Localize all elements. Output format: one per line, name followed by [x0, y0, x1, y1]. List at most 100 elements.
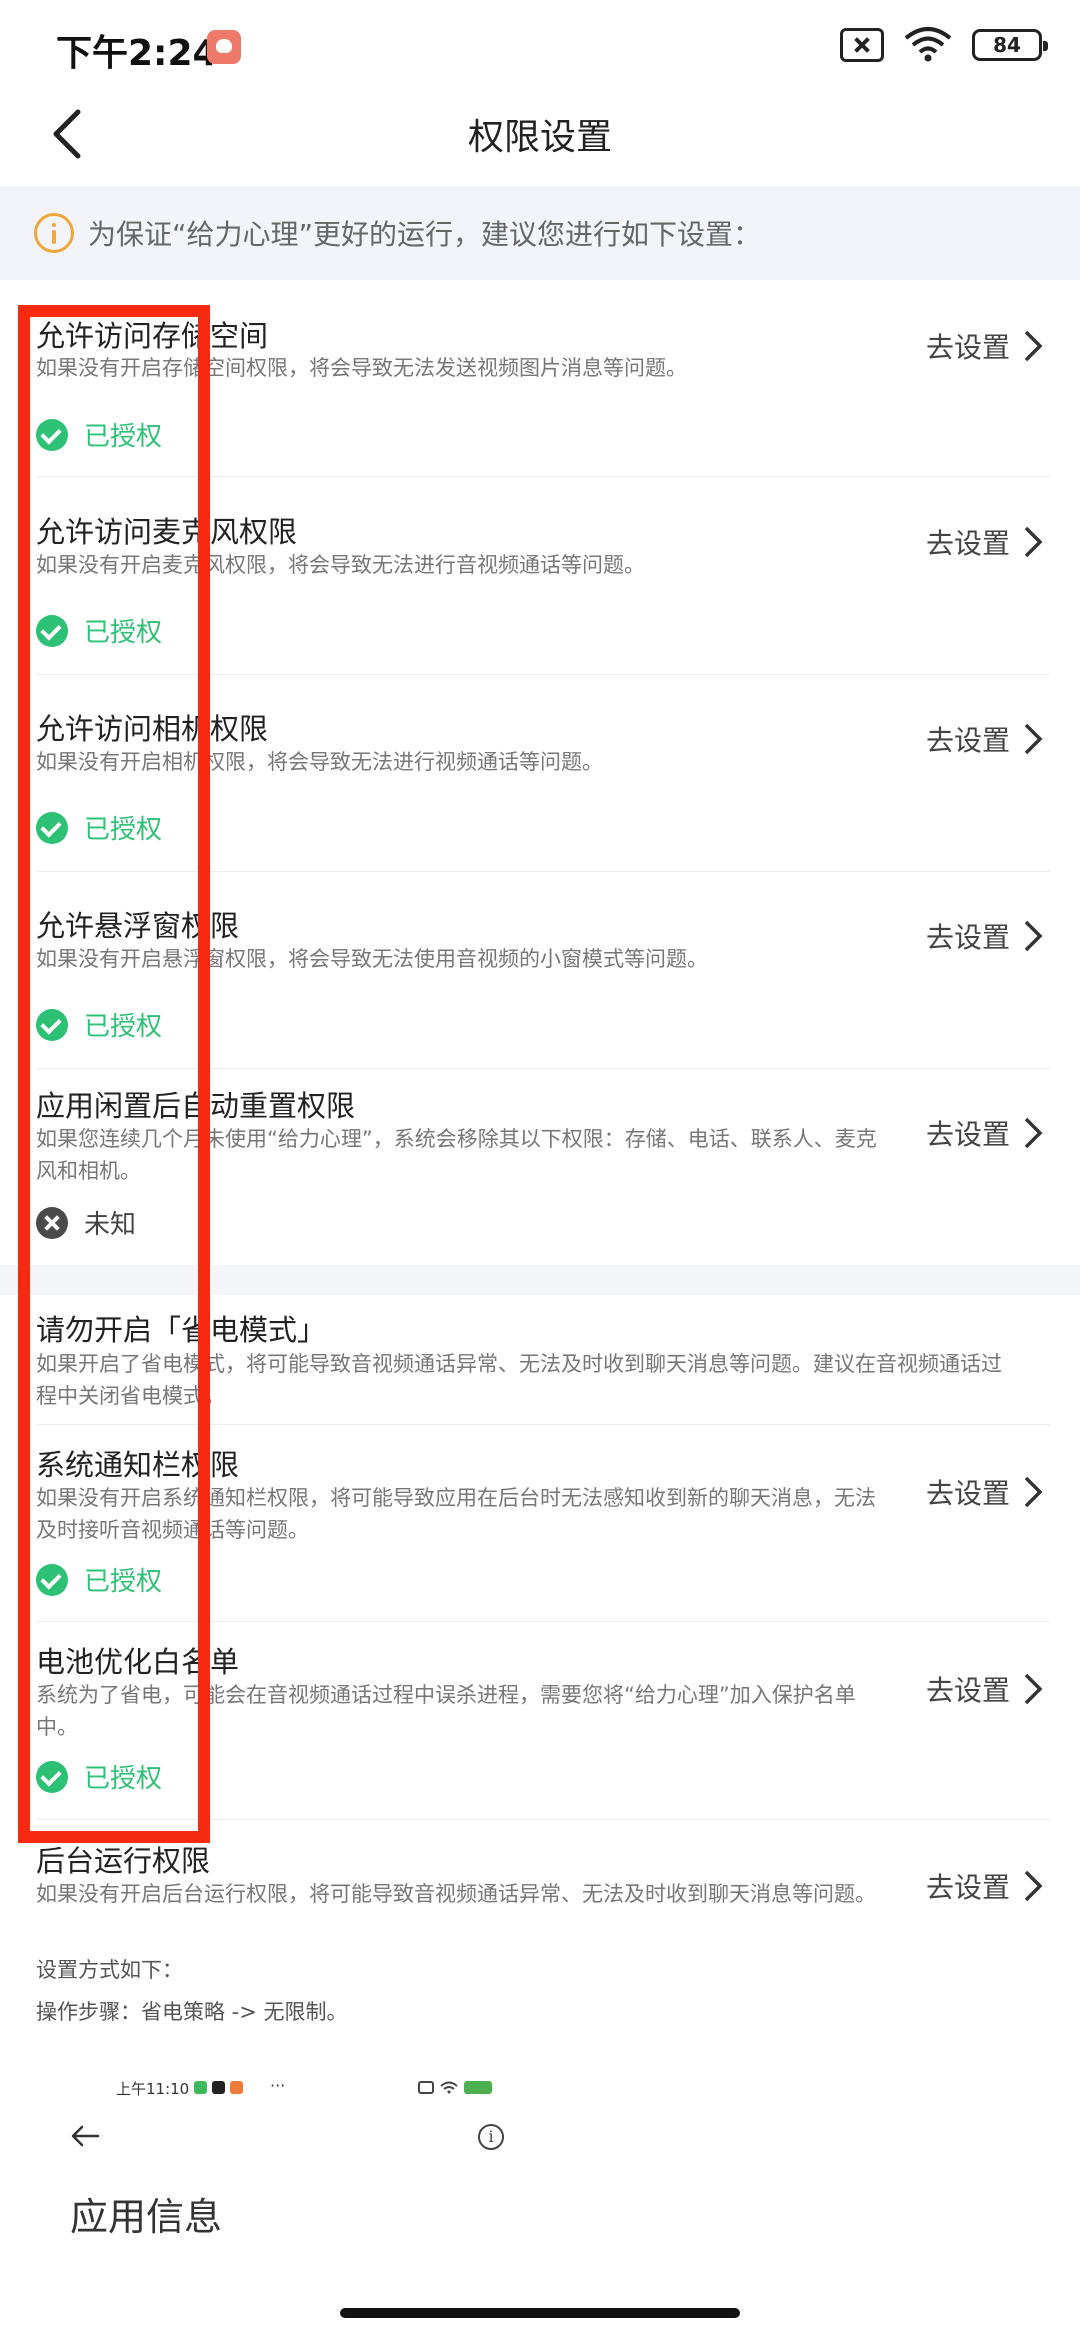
go-settings-button[interactable]: 去设置: [926, 719, 1044, 759]
chevron-right-icon: [1024, 526, 1043, 558]
permission-item-floating-window: 允许悬浮窗权限 如果没有开启悬浮窗权限，将会导致无法使用音视频的小窗模式等问题。…: [0, 872, 1080, 1069]
check-circle-icon: [36, 1008, 68, 1041]
check-circle-icon: [36, 418, 68, 451]
go-settings-label: 去设置: [925, 1477, 1010, 1510]
go-settings-label: 去设置: [925, 1118, 1010, 1151]
status-badge: 已授权: [36, 809, 162, 846]
go-settings-button[interactable]: 去设置: [926, 1472, 1044, 1512]
guide-preview-status-bar: 上午11:10 ···: [116, 2076, 536, 2104]
status-badge: 未知: [36, 1204, 136, 1241]
check-circle-icon: [36, 811, 68, 844]
guide-preview-info-icon: i: [478, 2124, 504, 2150]
item-title: 允许访问麦克风权限: [36, 515, 298, 549]
status-badge: 已授权: [36, 416, 162, 453]
wifi-icon: [440, 2081, 458, 2094]
guide-preview-title: 应用信息: [70, 2195, 223, 2239]
go-settings-button[interactable]: 去设置: [926, 1669, 1044, 1709]
guide-preview-status-icons: [418, 2081, 492, 2094]
item-desc: 如果没有开启系统通知栏权限，将可能导致应用在后台时无法感知收到新的聊天消息，无法…: [36, 1486, 876, 1542]
chevron-right-icon: [1024, 1117, 1043, 1149]
item-title: 允许悬浮窗权限: [36, 909, 240, 943]
chevron-right-icon: [1024, 1476, 1043, 1508]
check-circle-icon: [36, 614, 68, 647]
permission-item-background-run: 后台运行权限 如果没有开启后台运行权限，将可能导致音视频通话异常、无法及时收到聊…: [0, 1820, 1080, 2040]
no-sim-icon: [418, 2081, 434, 2094]
notice-banner: 为保证“给力心理”更好的运行，建议您进行如下设置：: [0, 186, 1080, 280]
check-circle-icon: [36, 1760, 68, 1793]
status-text: 已授权: [84, 422, 163, 452]
go-settings-button[interactable]: 去设置: [926, 326, 1044, 366]
go-settings-label: 去设置: [925, 724, 1010, 757]
item-desc: 如果没有开启相机权限，将会导致无法进行视频通话等问题。: [36, 750, 603, 774]
item-title: 允许访问存储空间: [36, 319, 269, 353]
no-sim-icon: [840, 28, 884, 62]
go-settings-button[interactable]: 去设置: [926, 522, 1044, 562]
item-desc: 系统为了省电，可能会在音视频通话过程中误杀进程，需要您将“给力心理”加入保护名单…: [36, 1683, 856, 1739]
status-text: 已授权: [84, 815, 163, 845]
go-settings-label: 去设置: [925, 527, 1010, 560]
permission-item-battery-whitelist: 电池优化白名单 系统为了省电，可能会在音视频通话过程中误杀进程，需要您将“给力心…: [0, 1622, 1080, 1820]
close-circle-icon: [36, 1206, 68, 1239]
chevron-right-icon: [1024, 330, 1043, 362]
divider: [36, 476, 1050, 477]
battery-icon: [464, 2081, 492, 2094]
app-icon: [212, 2081, 225, 2094]
permission-item-camera: 允许访问相机权限 如果没有开启相机权限，将会导致无法进行视频通话等问题。 去设置…: [0, 675, 1080, 872]
status-text: 已授权: [84, 1764, 163, 1794]
item-desc: 如果您连续几个月未使用“给力心理”，系统会移除其以下权限：存储、电话、联系人、麦…: [36, 1127, 877, 1183]
info-icon: [34, 213, 74, 253]
home-indicator[interactable]: [340, 2308, 740, 2318]
go-settings-label: 去设置: [925, 921, 1010, 954]
item-desc: 如果开启了省电模式，将可能导致音视频通话异常、无法及时收到聊天消息等问题。建议在…: [36, 1352, 1002, 1408]
more-dots-icon: ···: [270, 2076, 286, 2095]
chevron-right-icon: [1024, 920, 1043, 952]
item-title: 应用闲置后自动重置权限: [36, 1089, 356, 1123]
guide-preview-time: 上午11:10: [116, 2080, 190, 2098]
permission-item-notification: 系统通知栏权限 如果没有开启系统通知栏权限，将可能导致应用在后台时无法感知收到新…: [0, 1425, 1080, 1622]
item-desc: 如果没有开启悬浮窗权限，将会导致无法使用音视频的小窗模式等问题。: [36, 947, 708, 971]
status-text: 已授权: [84, 1012, 163, 1042]
status-time: 下午2:24: [56, 33, 218, 74]
app-icon: [230, 2081, 243, 2094]
status-text: 已授权: [84, 618, 163, 648]
chevron-right-icon: [1024, 1870, 1043, 1902]
item-title: 后台运行权限: [36, 1844, 211, 1878]
status-badge: 已授权: [36, 612, 162, 649]
setup-steps-text: 操作步骤：省电策略 -> 无限制。: [36, 2000, 348, 2024]
power-saving-tip: 请勿开启「省电模式」 如果开启了省电模式，将可能导致音视频通话异常、无法及时收到…: [0, 1295, 1080, 1425]
item-title: 允许访问相机权限: [36, 712, 269, 746]
go-settings-label: 去设置: [925, 1871, 1010, 1904]
go-settings-label: 去设置: [925, 1674, 1010, 1707]
item-desc: 如果没有开启麦克风权限，将会导致无法进行音视频通话等问题。: [36, 553, 645, 577]
permission-item-storage: 允许访问存储空间 如果没有开启存储空间权限，将会导致无法发送视频图片消息等问题。…: [0, 280, 1080, 478]
go-settings-button[interactable]: 去设置: [926, 1113, 1044, 1153]
item-desc: 如果没有开启后台运行权限，将可能导致音视频通话异常、无法及时收到聊天消息等问题。: [36, 1882, 876, 1906]
permission-item-auto-reset: 应用闲置后自动重置权限 如果您连续几个月未使用“给力心理”，系统会移除其以下权限…: [0, 1069, 1080, 1265]
go-settings-label: 去设置: [925, 331, 1010, 364]
app-icon: [194, 2081, 207, 2094]
item-desc: 如果没有开启存储空间权限，将会导致无法发送视频图片消息等问题。: [36, 356, 687, 380]
item-title: 请勿开启「省电模式」: [36, 1313, 327, 1347]
item-title: 系统通知栏权限: [36, 1448, 240, 1482]
item-title: 电池优化白名单: [36, 1645, 240, 1679]
app-notification-icon: [207, 30, 241, 64]
go-settings-button[interactable]: 去设置: [926, 916, 1044, 956]
chevron-right-icon: [1024, 723, 1043, 755]
status-badge: 已授权: [36, 1006, 162, 1043]
status-text: 未知: [84, 1210, 137, 1240]
go-settings-button[interactable]: 去设置: [926, 1866, 1044, 1906]
nav-bar: 权限设置: [0, 90, 1080, 186]
guide-preview-back-icon: [71, 2125, 100, 2147]
chevron-right-icon: [1024, 1673, 1043, 1705]
guide-preview-app-icons: [194, 2081, 243, 2094]
check-circle-icon: [36, 1563, 68, 1596]
status-icons: 84: [840, 26, 1048, 64]
battery-icon: 84: [972, 29, 1048, 61]
status-bar: 下午2:24 84: [0, 0, 1080, 90]
permission-item-microphone: 允许访问麦克风权限 如果没有开启麦克风权限，将会导致无法进行音视频通话等问题。 …: [0, 478, 1080, 675]
setup-method-label: 设置方式如下：: [36, 1958, 183, 1982]
notice-text: 为保证“给力心理”更好的运行，建议您进行如下设置：: [88, 218, 762, 251]
page-title: 权限设置: [467, 117, 612, 158]
status-badge: 已授权: [36, 1561, 162, 1598]
section-divider: [0, 1265, 1080, 1295]
